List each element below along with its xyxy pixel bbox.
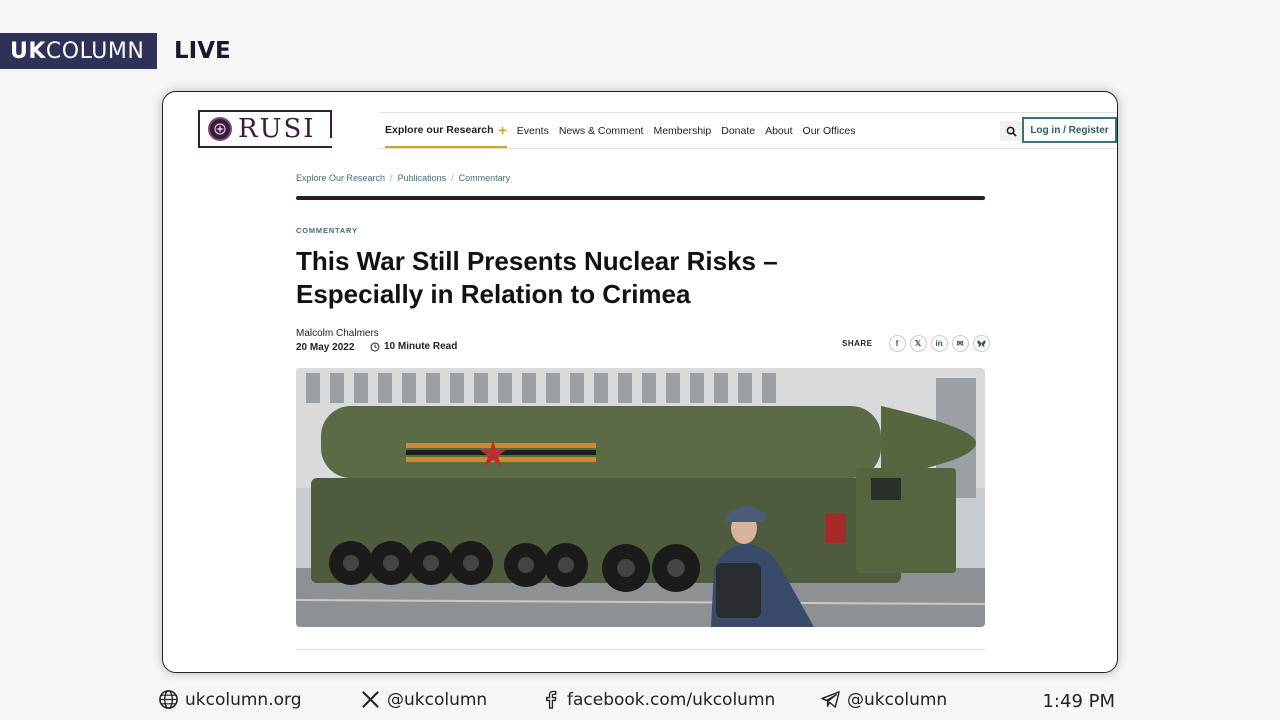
share-label: SHARE (842, 339, 873, 348)
hero-image (296, 368, 985, 627)
nav-news-comment[interactable]: News & Comment (559, 113, 644, 148)
login-register-button[interactable]: Log in / Register (1022, 117, 1117, 143)
breadcrumb-separator: / (390, 173, 393, 183)
search-icon (1006, 126, 1017, 137)
facebook-icon[interactable]: f (888, 335, 906, 352)
breadcrumb-publications[interactable]: Publications (398, 173, 447, 183)
telegram-icon (821, 691, 840, 708)
breadcrumb-separator: / (451, 173, 454, 183)
search-button[interactable] (1000, 121, 1022, 141)
footer-facebook: facebook.com/ukcolumn (540, 689, 775, 710)
footer-x: @ukcolumn (360, 689, 487, 710)
live-label: LIVE (174, 38, 231, 64)
content-divider (296, 649, 985, 650)
article-title: This War Still Presents Nuclear Risks – … (296, 245, 796, 311)
title-line-2: Especially in Relation to Crimea (296, 279, 691, 309)
linkedin-icon[interactable]: in (930, 335, 948, 352)
main-nav: Explore our Research + Events News & Comm… (380, 112, 1117, 149)
email-icon[interactable]: ✉ (951, 335, 969, 352)
nav-our-offices[interactable]: Our Offices (803, 113, 856, 148)
browser-frame: RUSI Explore our Research + Events News &… (162, 91, 1118, 673)
logo-column: COLUMN (45, 38, 145, 64)
facebook-text: facebook.com/ukcolumn (567, 689, 776, 710)
nav-explore-research[interactable]: Explore our Research + (385, 113, 507, 148)
breadcrumb-commentary[interactable]: Commentary (459, 173, 511, 183)
article-author[interactable]: Malcolm Chalmers (296, 328, 379, 339)
breadcrumb: Explore Our Research / Publications / Co… (296, 173, 510, 183)
nav-label: Explore our Research (385, 123, 494, 136)
footer-bar: ukcolumn.org @ukcolumn facebook.com/ukco… (0, 682, 1280, 720)
crest-icon (208, 117, 232, 141)
x-handle-text: @ukcolumn (387, 689, 488, 710)
plus-icon: + (498, 121, 507, 138)
x-icon[interactable]: 𝕏 (909, 335, 927, 352)
nav-events[interactable]: Events (517, 113, 549, 148)
share-bar: SHARE f 𝕏 in ✉ (842, 335, 990, 352)
nav-about[interactable]: About (765, 113, 792, 148)
footer-website: ukcolumn.org (158, 689, 302, 710)
breadcrumb-explore[interactable]: Explore Our Research (296, 173, 385, 183)
read-time: 10 Minute Read (370, 341, 457, 352)
telegram-text: @ukcolumn (847, 689, 948, 710)
bluesky-icon[interactable] (972, 335, 990, 352)
nav-donate[interactable]: Donate (721, 113, 755, 148)
logo-uk: UK (10, 38, 46, 64)
read-time-text: 10 Minute Read (384, 341, 458, 352)
ukcolumn-logo: UK COLUMN (0, 33, 157, 69)
nav-membership[interactable]: Membership (653, 113, 711, 148)
article-date: 20 May 2022 (296, 342, 355, 353)
clock-icon (370, 342, 380, 351)
header-divider (296, 196, 985, 200)
footer-telegram: @ukcolumn (820, 689, 947, 710)
article-category[interactable]: COMMENTARY (296, 226, 358, 235)
rusi-logo-text: RUSI (238, 114, 316, 144)
title-line-1: This War Still Presents Nuclear Risks – (296, 246, 778, 276)
x-logo-icon (362, 691, 379, 708)
facebook-logo-icon (546, 690, 557, 709)
clock-time: 1:49 PM (1042, 691, 1115, 712)
globe-icon (159, 690, 178, 709)
website-text: ukcolumn.org (185, 689, 302, 710)
rusi-logo[interactable]: RUSI (198, 110, 332, 148)
